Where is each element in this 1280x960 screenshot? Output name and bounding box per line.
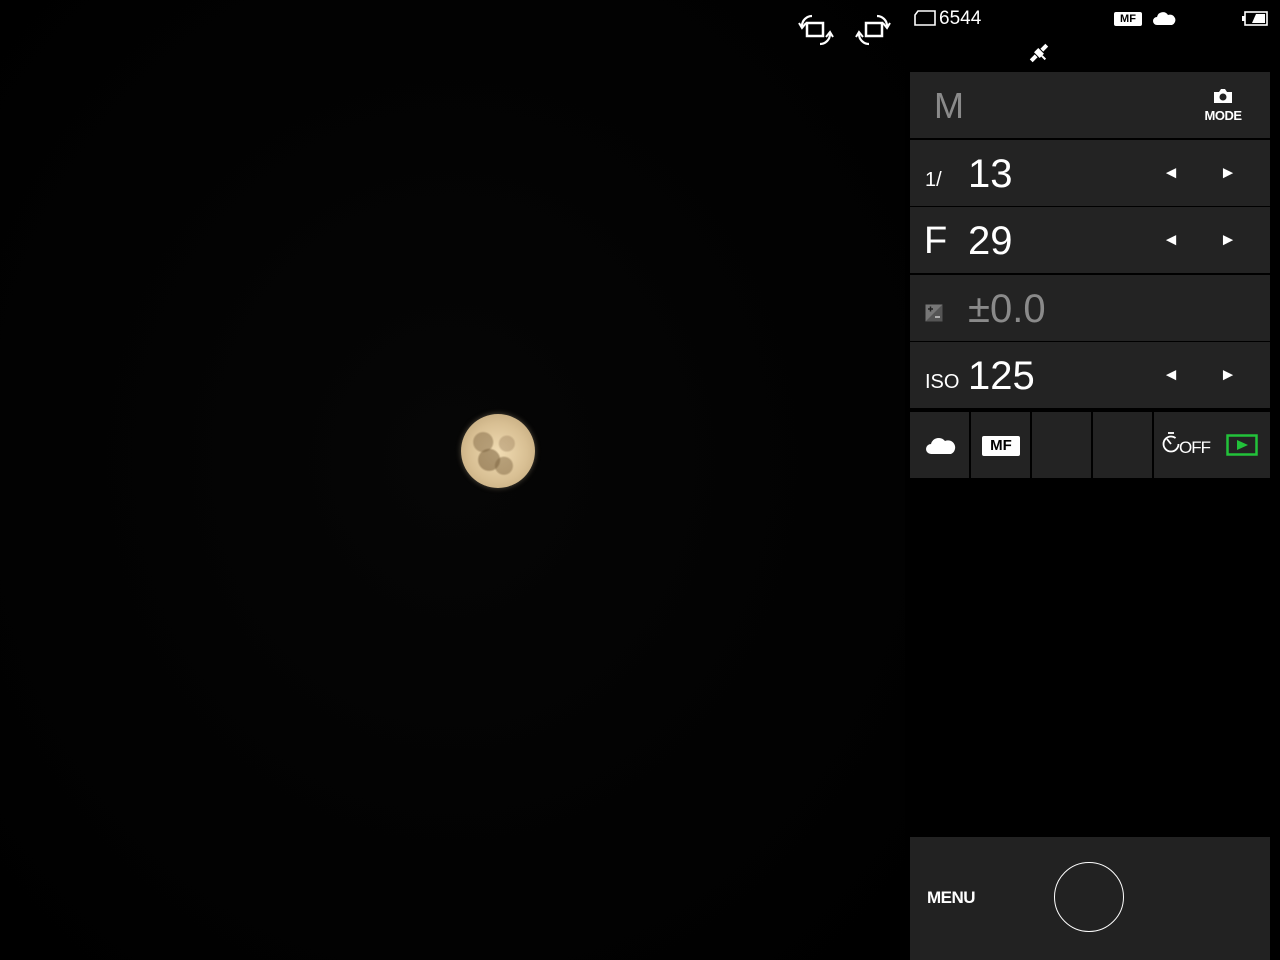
- empty-tile-2[interactable]: [1093, 412, 1152, 478]
- empty-tile-1[interactable]: [1032, 412, 1091, 478]
- mode-button[interactable]: MODE: [1200, 88, 1246, 128]
- focus-mode-tile[interactable]: MF: [971, 412, 1030, 478]
- iso-prefix: ISO: [925, 371, 960, 393]
- memory-card-icon: [914, 10, 936, 26]
- aperture-increase-button[interactable]: ►: [1217, 229, 1239, 251]
- shutter-value: 13: [968, 152, 1013, 196]
- shutter-button[interactable]: [1054, 862, 1124, 932]
- shutter-decrease-button[interactable]: ◄: [1160, 162, 1182, 184]
- self-timer-tile[interactable]: OFF: [1154, 412, 1213, 478]
- menu-button[interactable]: MENU: [927, 888, 976, 908]
- aperture-value: 29: [968, 219, 1013, 263]
- bottom-controls: MENU: [910, 837, 1270, 960]
- exposure-comp-value: ±0.0: [968, 287, 1046, 331]
- self-timer-label: OFF: [1179, 438, 1211, 457]
- exposure-mode-row: M MODE: [910, 72, 1270, 138]
- focus-mode-badge: MF: [1114, 12, 1142, 26]
- iso-decrease-button[interactable]: ◄: [1160, 364, 1182, 386]
- cloud-icon: [926, 437, 956, 454]
- moon-image: [461, 414, 535, 488]
- battery-icon: [1242, 11, 1268, 26]
- shutter-increase-button[interactable]: ►: [1217, 162, 1239, 184]
- shutter-speed-row: 1/ 13 ◄ ►: [910, 140, 1270, 206]
- gps-satellite-icon: [1029, 43, 1049, 63]
- status-bar: 6544 MF: [905, 0, 1280, 70]
- aperture-decrease-button[interactable]: ◄: [1160, 229, 1182, 251]
- shutter-prefix: 1/: [925, 169, 942, 191]
- quick-settings: MF OFF: [910, 412, 1270, 478]
- playback-tile[interactable]: [1213, 412, 1270, 478]
- aperture-row: F 29 ◄ ►: [910, 207, 1270, 273]
- self-timer-icon: [1162, 432, 1180, 453]
- rotate-left-icon[interactable]: [798, 12, 834, 48]
- camera-icon: [1214, 89, 1232, 103]
- exposure-compensation-icon: [925, 304, 943, 322]
- aperture-prefix: F: [924, 220, 948, 262]
- exposure-comp-row: ±0.0: [910, 275, 1270, 341]
- cloud-icon: [1153, 12, 1176, 25]
- playback-icon: [1226, 434, 1258, 456]
- live-view[interactable]: [0, 0, 905, 960]
- iso-row: ISO 125 ◄ ►: [910, 342, 1270, 408]
- exposure-mode: M: [934, 85, 964, 126]
- mf-badge: MF: [982, 436, 1020, 456]
- rotate-right-icon[interactable]: [855, 12, 891, 48]
- iso-value: 125: [968, 354, 1035, 398]
- iso-increase-button[interactable]: ►: [1217, 364, 1239, 386]
- mode-label: MODE: [1204, 108, 1243, 123]
- white-balance-tile[interactable]: [910, 412, 969, 478]
- shots-remaining: 6544: [939, 8, 982, 29]
